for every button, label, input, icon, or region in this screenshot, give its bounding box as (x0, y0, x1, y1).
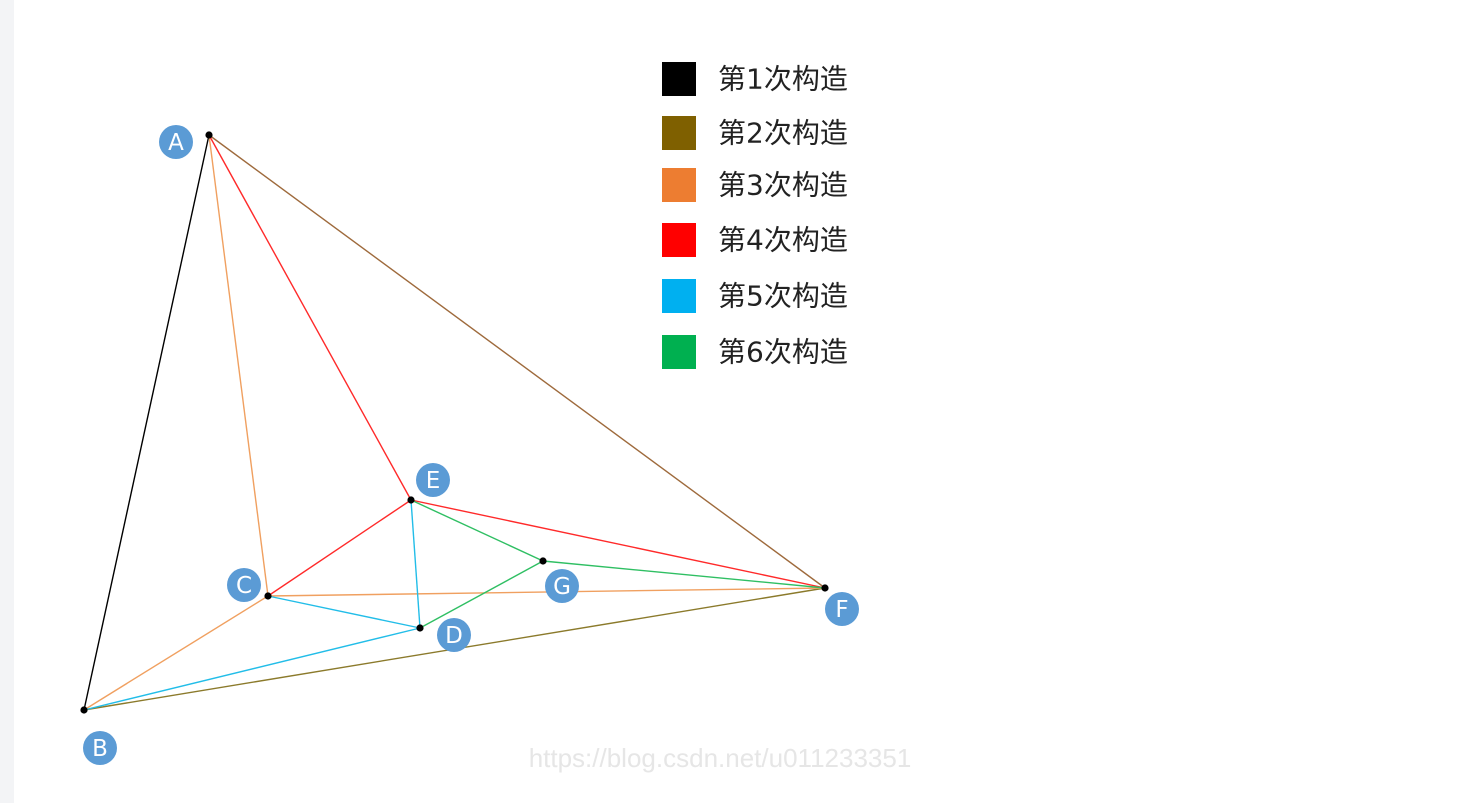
watermark-text: https://blog.csdn.net/u011233351 (529, 743, 912, 773)
point-a (205, 131, 213, 139)
legend-item-6: 第6次构造 (662, 335, 848, 369)
edge-e-d (410, 499, 421, 629)
legend-label: 第4次构造 (718, 224, 848, 257)
point-d (416, 624, 424, 632)
point-g (539, 557, 547, 565)
edge-b-d (83, 627, 421, 711)
node-label-d: D (445, 623, 463, 649)
edge-e-f (410, 499, 826, 589)
legend-item-4: 第4次构造 (662, 223, 848, 257)
node-badges-layer: A B C D E F G (83, 125, 859, 765)
legend-label: 第1次构造 (718, 63, 848, 96)
point-c (264, 592, 272, 600)
edge-a-e (208, 134, 412, 501)
node-badge-f: F (825, 592, 859, 626)
node-label-g: G (553, 574, 571, 600)
legend-swatch (662, 223, 696, 257)
node-badge-b: B (83, 731, 117, 765)
legend-swatch (662, 62, 696, 96)
node-label-f: F (835, 597, 848, 623)
edge-a-c (208, 134, 269, 597)
edge-a-b (83, 134, 210, 711)
construction-diagram: A B C D E F G 第1次构造第2次构造第3次构造第4次构造第5次构造第6次构造 h… (80, 62, 912, 773)
legend-item-1: 第1次构造 (662, 62, 848, 96)
edge-g-f (542, 560, 826, 589)
node-badge-c: C (227, 568, 261, 602)
edge-d-g (419, 560, 544, 629)
legend-swatch (662, 168, 696, 202)
edge-c-d (267, 595, 421, 629)
node-label-b: B (92, 736, 108, 762)
legend: 第1次构造第2次构造第3次构造第4次构造第5次构造第6次构造 (662, 62, 848, 369)
legend-label: 第6次构造 (718, 336, 848, 369)
legend-label: 第5次构造 (718, 280, 848, 313)
edge-e-g (410, 499, 544, 562)
legend-label: 第2次构造 (718, 117, 848, 150)
node-label-c: C (236, 573, 252, 599)
node-badge-d: D (437, 618, 471, 652)
point-e (407, 496, 415, 504)
node-badge-e: E (416, 463, 450, 497)
edge-b-c (83, 595, 269, 711)
legend-label: 第3次构造 (718, 169, 848, 202)
node-badge-g: G (545, 569, 579, 603)
point-b (80, 706, 88, 714)
legend-swatch (662, 116, 696, 150)
node-label-a: A (168, 130, 184, 156)
node-badge-a: A (159, 125, 193, 159)
point-f (821, 584, 829, 592)
edge-c-e (267, 499, 412, 597)
legend-swatch (662, 335, 696, 369)
legend-item-5: 第5次构造 (662, 279, 848, 313)
legend-item-3: 第3次构造 (662, 168, 848, 202)
legend-swatch (662, 279, 696, 313)
node-label-e: E (426, 468, 441, 494)
legend-item-2: 第2次构造 (662, 116, 848, 150)
